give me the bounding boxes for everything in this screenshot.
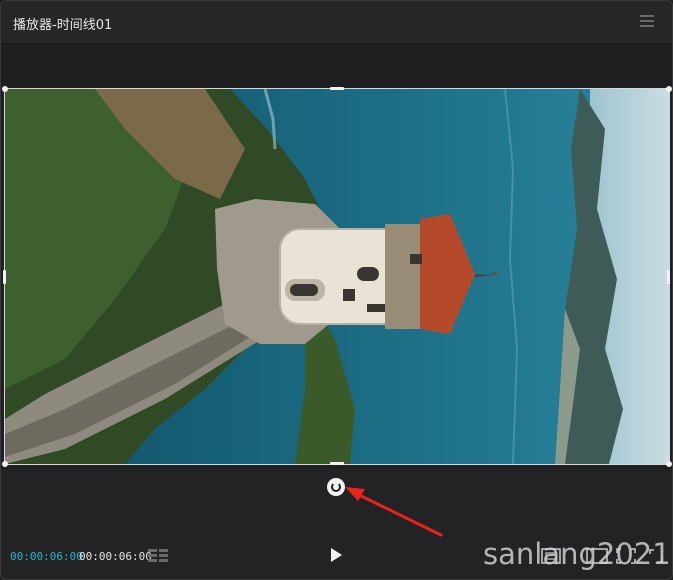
total-timecode: 00:00:06:00 [79,550,152,563]
window-title: 播放器-时间线01 [13,18,113,33]
resize-handle-top-right[interactable] [666,86,672,92]
window-header: 播放器-时间线01 [1,1,672,44]
video-frame[interactable] [4,88,670,465]
hamburger-icon[interactable] [640,15,654,27]
resize-handle-top[interactable] [330,87,344,90]
player-window: 播放器-时间线01 00:00:06:00 00:00:06:00 sanlan… [0,0,673,580]
resize-handle-bottom[interactable] [330,462,344,465]
resize-handle-bottom-left[interactable] [2,461,8,467]
lighthouse-image [5,89,669,464]
resize-handle-left[interactable] [3,270,6,284]
annotation-arrow-icon [345,487,443,537]
timeline-grid-icon[interactable] [147,547,169,563]
watermark-text: sanlang2021 [483,537,671,571]
resize-handle-right[interactable] [667,270,670,284]
current-timecode: 00:00:06:00 [10,550,83,563]
resize-handle-top-left[interactable] [2,86,8,92]
resize-handle-bottom-right[interactable] [666,461,672,467]
preview-area [1,44,672,469]
play-icon[interactable] [331,548,342,562]
